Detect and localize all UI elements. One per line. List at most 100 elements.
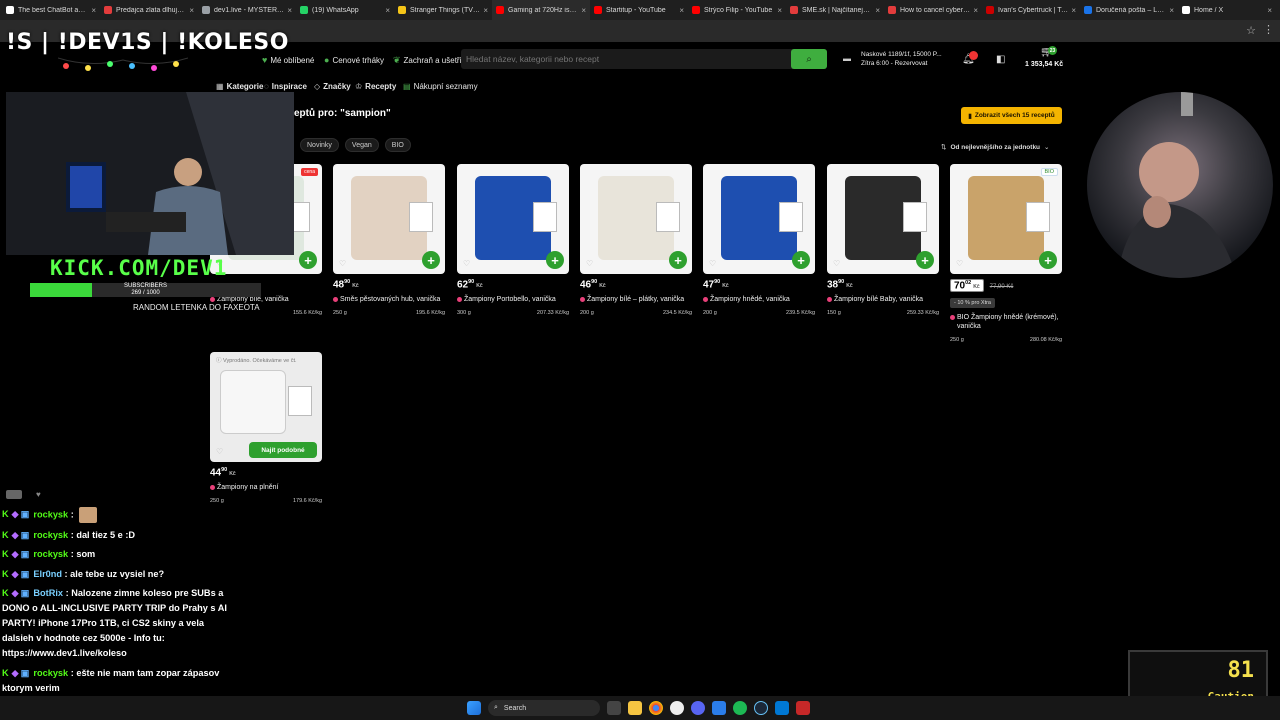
tab-close-icon[interactable]: × xyxy=(1169,6,1174,15)
filter-chip-bio[interactable]: BIO xyxy=(384,138,411,152)
windows-start-icon[interactable] xyxy=(467,701,481,715)
product-image[interactable]: BIO ♡ + xyxy=(950,164,1062,274)
notes-icon[interactable] xyxy=(712,701,726,715)
product-name[interactable]: BIO Žampiony hnědé (krémové), vanička xyxy=(950,313,1062,331)
favorite-heart-icon[interactable]: ♡ xyxy=(339,259,346,268)
tab-close-icon[interactable]: × xyxy=(777,6,782,15)
nav-save-food[interactable]: ❦ Zachraň a ušetři xyxy=(393,55,461,66)
product-image[interactable]: ♡ + xyxy=(457,164,569,274)
chat-username[interactable]: rockysk xyxy=(33,509,68,519)
add-to-cart-button[interactable]: + xyxy=(916,251,934,269)
browser-tab[interactable]: Ivan's Cybertruck | Tesla × xyxy=(982,0,1080,20)
browser-tab[interactable]: Strýco Filip - YouTube × xyxy=(688,0,786,20)
tab-close-icon[interactable]: × xyxy=(973,6,978,15)
chat-username[interactable]: rockysk xyxy=(33,530,68,540)
account-icon[interactable]: ◧ xyxy=(996,54,1005,65)
add-to-cart-button[interactable]: + xyxy=(1039,251,1057,269)
nav-favorites[interactable]: ♥ Mé oblíbené xyxy=(262,55,314,65)
search-input[interactable] xyxy=(461,54,786,64)
product-card[interactable]: BIO ♡ +7002Kč 77,90 Kč - 10 % pro Xtra BIO Ža… xyxy=(950,164,1062,343)
find-similar-button[interactable]: Najít podobné xyxy=(249,442,317,458)
app-icon[interactable] xyxy=(796,701,810,715)
chat-username[interactable]: Elr0nd xyxy=(33,569,62,579)
show-all-recipes-button[interactable]: ▮ Zobrazit všech 15 receptů xyxy=(961,107,1062,124)
product-card[interactable]: ♡ +4690Kč Žampiony bílé – plátky, vanička 2… xyxy=(580,164,692,316)
spotify-icon[interactable] xyxy=(733,701,747,715)
chrome-icon[interactable] xyxy=(649,701,663,715)
browser-tab[interactable]: Doručená pošta – Lazar × xyxy=(1080,0,1178,20)
cart-total[interactable]: 1 353,54 Kč xyxy=(1025,61,1063,68)
tab-close-icon[interactable]: × xyxy=(875,6,880,15)
sort-dropdown[interactable]: ⇅ Od nejlevnějšího za jednotku ⌄ xyxy=(941,143,1049,152)
taskbar-search[interactable]: ⌕ Search xyxy=(488,700,600,716)
add-to-cart-button[interactable]: + xyxy=(422,251,440,269)
filter-chip-new[interactable]: Novinky xyxy=(300,138,339,152)
browser-tab[interactable]: Stranger Things (TV Seri × xyxy=(394,0,492,20)
nav-categories[interactable]: ▦ Kategorie xyxy=(216,82,263,91)
favorite-heart-icon[interactable]: ♡ xyxy=(216,447,223,456)
tab-close-icon[interactable]: × xyxy=(287,6,292,15)
browser-tab[interactable]: The best ChatBot and W × xyxy=(2,0,100,20)
product-name[interactable]: Žampiony bílé – plátky, vanička xyxy=(580,295,692,304)
add-to-cart-button[interactable]: + xyxy=(669,251,687,269)
product-name[interactable]: Směs pěstovaných hub, vanička xyxy=(333,295,445,304)
chat-username[interactable]: BotRix xyxy=(33,588,63,598)
nav-recipes[interactable]: ♔ Recepty xyxy=(355,82,396,91)
browser-tab[interactable]: Startitup - YouTube × xyxy=(590,0,688,20)
product-card[interactable]: ♡ +4790Kč Žampiony hnědé, vanička 200 g 239.… xyxy=(703,164,815,316)
task-view-icon[interactable] xyxy=(607,701,621,715)
browser-tab[interactable]: How to cancel cybertruc × xyxy=(884,0,982,20)
search-button[interactable]: ⌕ xyxy=(791,49,827,69)
file-explorer-icon[interactable] xyxy=(628,701,642,715)
nav-inspiration[interactable]: ◌ Inspirace xyxy=(264,82,307,91)
favorite-heart-icon[interactable]: ♡ xyxy=(463,259,470,268)
product-image[interactable]: ♡ + xyxy=(827,164,939,274)
github-icon[interactable] xyxy=(670,701,684,715)
browser-tab[interactable]: Predajca zlata dlhuje do × xyxy=(100,0,198,20)
add-to-cart-button[interactable]: + xyxy=(546,251,564,269)
browser-tab[interactable]: Home / X × xyxy=(1178,0,1276,20)
tab-close-icon[interactable]: × xyxy=(385,6,390,15)
tab-close-icon[interactable]: × xyxy=(581,6,586,15)
sub-badge-icon: ◆ xyxy=(11,549,19,559)
favorite-heart-icon[interactable]: ♡ xyxy=(586,259,593,268)
browser-tab[interactable]: SME.sk | Najčítanejšie sp× xyxy=(786,0,884,20)
chat-username[interactable]: rockysk xyxy=(33,549,68,559)
vscode-icon[interactable] xyxy=(775,701,789,715)
nav-price-hits[interactable]: ● Cenové trháky xyxy=(324,55,384,65)
browser-tab[interactable]: Gaming at 720Hz is insa × xyxy=(492,0,590,20)
tab-close-icon[interactable]: × xyxy=(1267,6,1272,15)
product-card[interactable]: ♡ +4890Kč Směs pěstovaných hub, vanička 250… xyxy=(333,164,445,316)
product-name[interactable]: Žampiony hnědé, vanička xyxy=(703,295,815,304)
tab-close-icon[interactable]: × xyxy=(91,6,96,15)
product-card[interactable]: ♡ +6290Kč Žampiony Portobello, vanička 300 … xyxy=(457,164,569,316)
tab-close-icon[interactable]: × xyxy=(483,6,488,15)
add-to-cart-button[interactable]: + xyxy=(299,251,317,269)
discord-icon[interactable] xyxy=(691,701,705,715)
browser-tab[interactable]: dev1.live - MYSTERYBOX× xyxy=(198,0,296,20)
chat-username[interactable]: rockysk xyxy=(33,668,68,678)
tab-close-icon[interactable]: × xyxy=(189,6,194,15)
add-to-cart-button[interactable]: + xyxy=(792,251,810,269)
filter-chip-vegan[interactable]: Vegan xyxy=(344,138,379,152)
nav-shopping-lists[interactable]: ▤ Nákupní seznamy xyxy=(403,82,478,91)
product-image[interactable]: ♡ + xyxy=(580,164,692,274)
steam-icon[interactable] xyxy=(754,701,768,715)
product-image[interactable]: ⓘ Vyprodáno. Očekáváme ve čt. Najít podo… xyxy=(210,352,322,462)
product-card-sold-out[interactable]: ⓘ Vyprodáno. Očekáváme ve čt. Najít podo… xyxy=(210,352,322,504)
delivery-slot[interactable]: ▬ Naskové 1189/1f, 15000 P... Zítra 6:00… xyxy=(843,50,942,68)
browser-tab[interactable]: (19) WhatsApp × xyxy=(296,0,394,20)
product-card[interactable]: ♡ +3890Kč Žampiony bílé Baby, vanička 150 g… xyxy=(827,164,939,316)
product-image[interactable]: ♡ + xyxy=(333,164,445,274)
bookmark-star-icon[interactable]: ☆ xyxy=(1246,24,1256,37)
favorite-heart-icon[interactable]: ♡ xyxy=(833,259,840,268)
favorite-heart-icon[interactable]: ♡ xyxy=(956,259,963,268)
product-name[interactable]: Žampiony Portobello, vanička xyxy=(457,295,569,304)
product-name[interactable]: Žampiony bílé Baby, vanička xyxy=(827,295,939,304)
favorite-heart-icon[interactable]: ♡ xyxy=(709,259,716,268)
tab-close-icon[interactable]: × xyxy=(679,6,684,15)
nav-brands[interactable]: ◇ Značky xyxy=(314,82,351,91)
product-image[interactable]: ♡ + xyxy=(703,164,815,274)
tab-close-icon[interactable]: × xyxy=(1071,6,1076,15)
browser-menu-icon[interactable]: ⋮ xyxy=(1263,23,1274,36)
